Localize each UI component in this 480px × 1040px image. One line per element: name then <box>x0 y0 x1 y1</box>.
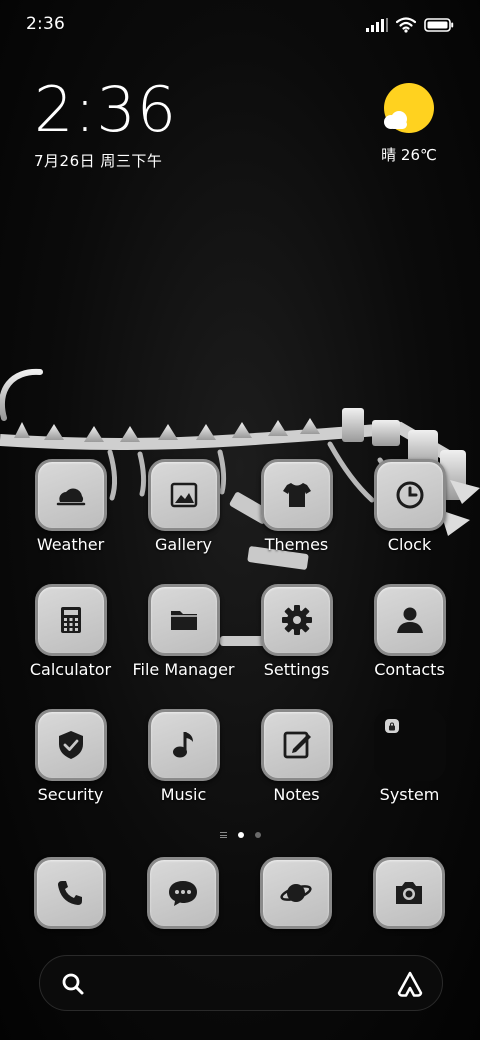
status-bar: 2:36 <box>0 0 480 52</box>
page-dot-active[interactable] <box>237 832 244 838</box>
dock-phone[interactable] <box>34 857 106 929</box>
phone-icon <box>34 857 106 929</box>
search-icon[interactable] <box>60 971 86 997</box>
weather-widget[interactable]: 晴 26℃ <box>374 82 444 165</box>
shield-icon <box>34 709 107 781</box>
gallery-icon <box>147 459 220 531</box>
page-indicator[interactable] <box>0 829 480 841</box>
messages-icon <box>147 857 219 929</box>
camera-icon <box>373 857 445 929</box>
gear-icon <box>260 584 333 656</box>
app-label: Themes <box>264 535 329 554</box>
app-label: Settings <box>263 660 330 679</box>
home-screen: 2:36 2:36 7月26日 周三下午 晴 26℃ Weather Galle… <box>0 0 480 1040</box>
app-label: Notes <box>273 785 320 804</box>
app-contacts[interactable]: Contacts <box>353 584 466 679</box>
clock-icon <box>373 459 446 531</box>
weather-icon <box>34 459 107 531</box>
app-label: Calculator <box>29 660 112 679</box>
app-label: Music <box>160 785 207 804</box>
dock-browser[interactable] <box>260 857 332 929</box>
dock-camera[interactable] <box>373 857 445 929</box>
app-label: System <box>379 785 440 804</box>
calculator-icon <box>34 584 107 656</box>
themes-icon <box>260 459 333 531</box>
folder-icon <box>147 584 220 656</box>
contacts-icon <box>373 584 446 656</box>
notes-icon <box>260 709 333 781</box>
page-dot[interactable] <box>254 832 261 838</box>
app-notes[interactable]: Notes <box>240 709 353 804</box>
app-music[interactable]: Music <box>127 709 240 804</box>
clock-widget[interactable]: 2:36 7月26日 周三下午 <box>34 76 177 171</box>
app-label: Weather <box>36 535 105 554</box>
app-clock[interactable]: Clock <box>353 459 466 554</box>
status-time: 2:36 <box>26 14 65 34</box>
dock-messages[interactable] <box>147 857 219 929</box>
app-calculator[interactable]: Calculator <box>14 584 127 679</box>
widget-time: 2:36 <box>34 73 178 146</box>
browser-planet-icon <box>260 857 332 929</box>
app-label: Contacts <box>374 660 445 679</box>
folder-group-icon <box>373 709 446 781</box>
app-label: Gallery <box>155 535 212 554</box>
search-bar[interactable] <box>39 955 443 1011</box>
app-label: Security <box>37 785 104 804</box>
folder-mini-app-icon <box>384 719 399 733</box>
assistant-icon[interactable] <box>396 970 424 998</box>
wifi-icon <box>396 17 416 33</box>
app-weather[interactable]: Weather <box>14 459 127 554</box>
weather-text: 晴 26℃ <box>381 146 437 164</box>
music-note-icon <box>147 709 220 781</box>
status-icons <box>366 14 454 36</box>
app-themes[interactable]: Themes <box>240 459 353 554</box>
widget-date: 7月26日 周三下午 <box>34 152 163 170</box>
app-system-folder[interactable]: System <box>353 709 466 804</box>
app-label: Clock <box>387 535 432 554</box>
app-security[interactable]: Security <box>14 709 127 804</box>
minus-one-page-icon[interactable] <box>219 832 227 838</box>
app-gallery[interactable]: Gallery <box>127 459 240 554</box>
app-file-manager[interactable]: File Manager <box>127 584 240 679</box>
app-settings[interactable]: Settings <box>240 584 353 679</box>
battery-icon <box>424 18 454 32</box>
sun-cloud-icon <box>381 82 437 138</box>
app-label: File Manager <box>132 660 235 679</box>
signal-icon <box>366 18 388 32</box>
